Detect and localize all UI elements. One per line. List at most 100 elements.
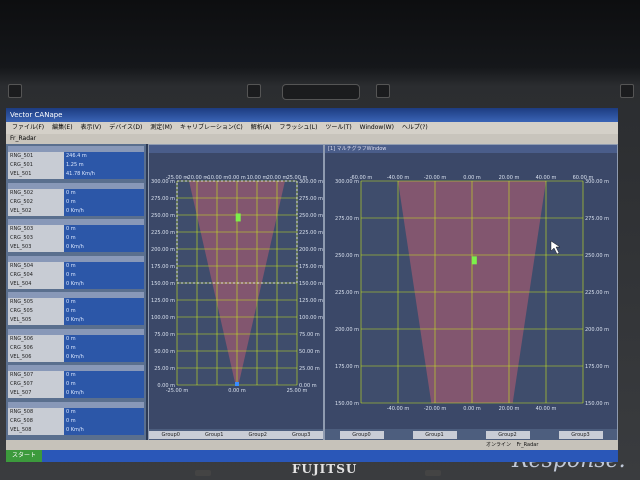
y-tick-label-right: 200.00 m bbox=[585, 327, 609, 333]
menu-item-calibration[interactable]: キャリブレーション(C) bbox=[180, 124, 243, 131]
y-tick-label: 25.00 m bbox=[154, 366, 175, 372]
menu-item-edit[interactable]: 編集(E) bbox=[52, 124, 72, 131]
menu-item-analysis[interactable]: 解析(A) bbox=[251, 124, 272, 131]
y-tick-label-right: 125.00 m bbox=[299, 298, 323, 304]
left-radar-plot[interactable]: -25.00 m-20.00 m-10.00 m 0.00 m 10.00 m 20.… bbox=[149, 153, 323, 429]
bezel-foot bbox=[425, 470, 441, 476]
y-tick-label: 300.00 m bbox=[151, 179, 175, 185]
signal-name: VEL_503 bbox=[8, 243, 64, 252]
signal-name: VEL_505 bbox=[8, 316, 64, 325]
signal-value: 0 m bbox=[64, 188, 144, 198]
tab-group0[interactable]: Group0 bbox=[149, 431, 193, 439]
trace-row: RNG_506 0 m bbox=[8, 334, 144, 344]
tab-group1[interactable]: Group1 bbox=[192, 431, 236, 439]
y-tick-label: 200.00 m bbox=[151, 247, 175, 253]
target-marker[interactable] bbox=[235, 213, 241, 222]
start-button[interactable]: スタート bbox=[6, 450, 43, 462]
trace-row: CRG_503 0 m bbox=[8, 234, 144, 243]
menu-item-file[interactable]: ファイル(F) bbox=[12, 124, 44, 131]
signal-value: 41.78 Km/h bbox=[64, 170, 144, 179]
y-tick-label: 125.00 m bbox=[151, 298, 175, 304]
y-tick-label-right: 175.00 m bbox=[585, 364, 609, 370]
right-plot-header[interactable]: [1] マルチグラフWindow bbox=[325, 145, 617, 153]
signal-name: RNG_508 bbox=[8, 407, 64, 417]
signal-value: 0 m bbox=[64, 334, 144, 344]
signal-value: 0 Km/h bbox=[64, 243, 144, 252]
signal-name: VEL_502 bbox=[8, 206, 64, 216]
target-marker[interactable] bbox=[471, 256, 477, 265]
signal-value: 0 m bbox=[64, 416, 144, 426]
y-tick-label-right: 275.00 m bbox=[585, 216, 609, 222]
menu-item-device[interactable]: デバイス(D) bbox=[109, 124, 142, 131]
bottom-tick-label: -40.00 m bbox=[387, 406, 410, 412]
y-tick-label-right: 250.00 m bbox=[585, 253, 609, 259]
signal-value: 0 Km/h bbox=[64, 206, 144, 216]
y-tick-label: 150.00 m bbox=[335, 401, 359, 407]
signal-name: CRG_503 bbox=[8, 234, 64, 243]
taskbar: スタート bbox=[6, 450, 618, 462]
trace-row: VEL_503 0 Km/h bbox=[8, 243, 144, 252]
left-plot-header[interactable] bbox=[149, 145, 323, 153]
toolbar-label[interactable]: Fr_Radar bbox=[10, 135, 36, 142]
y-tick-label-right: 300.00 m bbox=[299, 179, 323, 185]
trace-window: RNG_504 0 m CRG_504 0 m VEL_504 0 Km/h bbox=[8, 255, 144, 290]
signal-name: CRG_508 bbox=[8, 416, 64, 426]
y-tick-label: 50.00 m bbox=[154, 349, 175, 355]
signal-value: 0 m bbox=[64, 225, 144, 234]
tab-group1[interactable]: Group1 bbox=[412, 431, 457, 439]
x-tick-label: -40.00 m bbox=[387, 175, 410, 181]
toolbar: Fr_Radar bbox=[6, 134, 618, 144]
trace-window: RNG_503 0 m CRG_503 0 m VEL_503 0 Km/h bbox=[8, 219, 144, 253]
signal-name: CRG_507 bbox=[8, 380, 64, 389]
menu-item-view[interactable]: 表示(V) bbox=[80, 124, 101, 131]
menu-item-flash[interactable]: フラッシュ(L) bbox=[279, 124, 317, 131]
trace-window: RNG_505 0 m CRG_505 0 m VEL_505 0 Km/h bbox=[8, 292, 144, 326]
signal-name: RNG_505 bbox=[8, 298, 64, 307]
trace-row: VEL_506 0 Km/h bbox=[8, 352, 144, 362]
y-tick-label: 275.00 m bbox=[335, 216, 359, 222]
tab-group3[interactable]: Group3 bbox=[558, 431, 603, 439]
signal-value: 0 m bbox=[64, 270, 144, 280]
trace-row: CRG_507 0 m bbox=[8, 380, 144, 389]
tab-group2[interactable]: Group2 bbox=[236, 431, 280, 439]
menu-item-measure[interactable]: 測定(M) bbox=[150, 124, 172, 131]
bottom-tick-label: -25.00 m bbox=[166, 388, 189, 394]
y-tick-label-right: 250.00 m bbox=[299, 213, 323, 219]
menu-item-help[interactable]: ヘルプ(?) bbox=[402, 124, 428, 131]
signal-name: VEL_504 bbox=[8, 279, 64, 289]
menu-item-tools[interactable]: ツール(T) bbox=[325, 124, 351, 131]
tab-group3[interactable]: Group3 bbox=[279, 431, 323, 439]
trace-row: RNG_508 0 m bbox=[8, 407, 144, 417]
signal-name: RNG_504 bbox=[8, 261, 64, 271]
trace-row: CRG_506 0 m bbox=[8, 343, 144, 353]
sensor-icon bbox=[235, 382, 239, 386]
trace-panel: RNG_501 246.4 m CRG_501 1.25 m VEL_501 41.78 … bbox=[6, 144, 146, 440]
y-tick-label-right: 275.00 m bbox=[299, 196, 323, 202]
app-screen: Vector CANape ファイル(F) 編集(E) 表示(V) デバイス(D… bbox=[6, 108, 618, 462]
bottom-tick-label: -20.00 m bbox=[424, 406, 447, 412]
signal-name: VEL_508 bbox=[8, 425, 64, 435]
signal-value: 0 m bbox=[64, 371, 144, 380]
y-tick-label-right: 175.00 m bbox=[299, 264, 323, 270]
signal-name: RNG_503 bbox=[8, 225, 64, 234]
y-tick-label-right: 300.00 m bbox=[585, 179, 609, 185]
bezel-light-icon bbox=[8, 84, 22, 98]
bezel-latch-icon bbox=[282, 84, 360, 100]
right-radar-plot[interactable]: -60.00 m -40.00 m -20.00 m 0.00 m 20.00 m 40.… bbox=[325, 153, 617, 429]
signal-value: 0 Km/h bbox=[64, 425, 144, 435]
tab-group0[interactable]: Group0 bbox=[339, 431, 384, 439]
signal-value: 0 Km/h bbox=[64, 279, 144, 289]
signal-value: 1.25 m bbox=[64, 161, 144, 170]
trace-row: RNG_502 0 m bbox=[8, 188, 144, 198]
tab-group2[interactable]: Group2 bbox=[485, 431, 530, 439]
signal-name: RNG_501 bbox=[8, 152, 64, 161]
trace-row: VEL_505 0 Km/h bbox=[8, 316, 144, 325]
signal-value: 246.4 m bbox=[64, 152, 144, 161]
signal-name: VEL_506 bbox=[8, 352, 64, 362]
trace-row: RNG_507 0 m bbox=[8, 371, 144, 380]
x-tick-label: -20.00 m bbox=[424, 175, 447, 181]
trace-window: RNG_508 0 m CRG_508 0 m VEL_508 0 Km/h bbox=[8, 401, 144, 436]
window-titlebar[interactable]: Vector CANape bbox=[6, 108, 618, 122]
menu-item-window[interactable]: Window(W) bbox=[360, 124, 394, 131]
trace-window: RNG_501 246.4 m CRG_501 1.25 m VEL_501 41.78 … bbox=[8, 146, 144, 180]
